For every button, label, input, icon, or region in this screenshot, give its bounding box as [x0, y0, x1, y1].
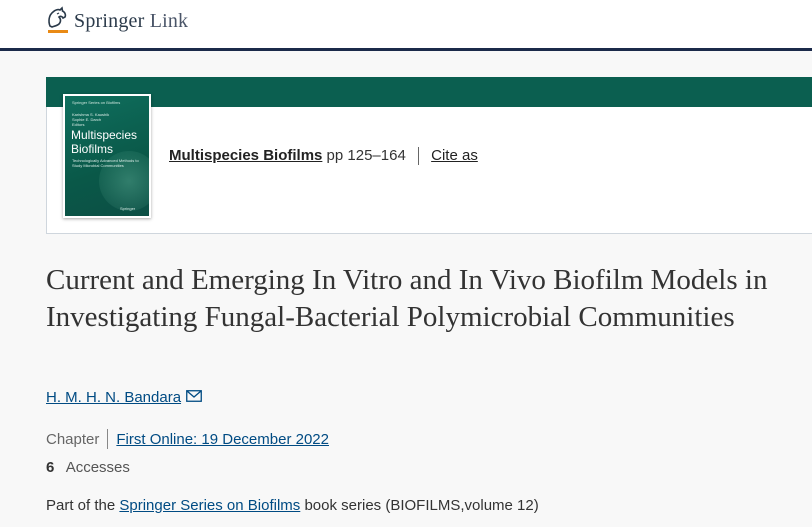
logo-text: Springer Link — [74, 9, 189, 32]
book-meta: Multispecies Biofilms pp 125–164 Cite as — [169, 147, 478, 166]
springer-horse-icon — [48, 6, 68, 33]
chapter-title: Current and Emerging In Vitro and In Viv… — [46, 264, 768, 333]
book-cover-image[interactable]: Springer Series on Biofilms Karishma S. … — [63, 94, 151, 218]
part-of-suffix: book series (BIOFILMS,volume 12) — [300, 497, 539, 514]
divider — [417, 147, 419, 166]
springer-link-logo[interactable]: Springer Link — [44, 6, 188, 36]
part-of-prefix: Part of the — [46, 497, 120, 514]
book-pages: pp 125–164 — [326, 147, 406, 164]
divider — [107, 429, 109, 449]
cover-editors: Karishma S. Kaushik Sophie E. Darch Edit… — [72, 112, 110, 127]
cover-subtitle: Technologically Advanced Methods to Stud… — [72, 158, 139, 168]
site-header: Springer Link — [0, 0, 812, 51]
author-row: H. M. H. N. Bandara — [46, 389, 202, 406]
cover-series: Springer Series on Biofilms — [72, 100, 121, 105]
accesses-label: Accesses — [65, 459, 130, 476]
cover-title: Multispecies Biofilms — [71, 128, 138, 156]
book-card-banner — [46, 77, 812, 107]
book-title-link[interactable]: Multispecies Biofilms — [169, 147, 322, 164]
series-info: Part of the Springer Series on Biofilms … — [46, 497, 539, 514]
chapter-info-row: Chapter First Online: 19 December 2022 — [46, 429, 329, 449]
cover-publisher: Springer — [120, 206, 136, 211]
first-online-link[interactable]: First Online: 19 December 2022 — [116, 431, 329, 448]
author-link[interactable]: H. M. H. N. Bandara — [46, 389, 181, 406]
accesses-metric: 6 Accesses — [46, 459, 130, 476]
accesses-count: 6 — [46, 459, 55, 476]
book-card: Springer Series on Biofilms Karishma S. … — [46, 77, 812, 234]
content-type-label: Chapter — [46, 430, 100, 448]
mail-icon[interactable] — [186, 389, 202, 402]
series-link[interactable]: Springer Series on Biofilms — [119, 497, 300, 514]
cite-as-link[interactable]: Cite as — [431, 147, 478, 164]
